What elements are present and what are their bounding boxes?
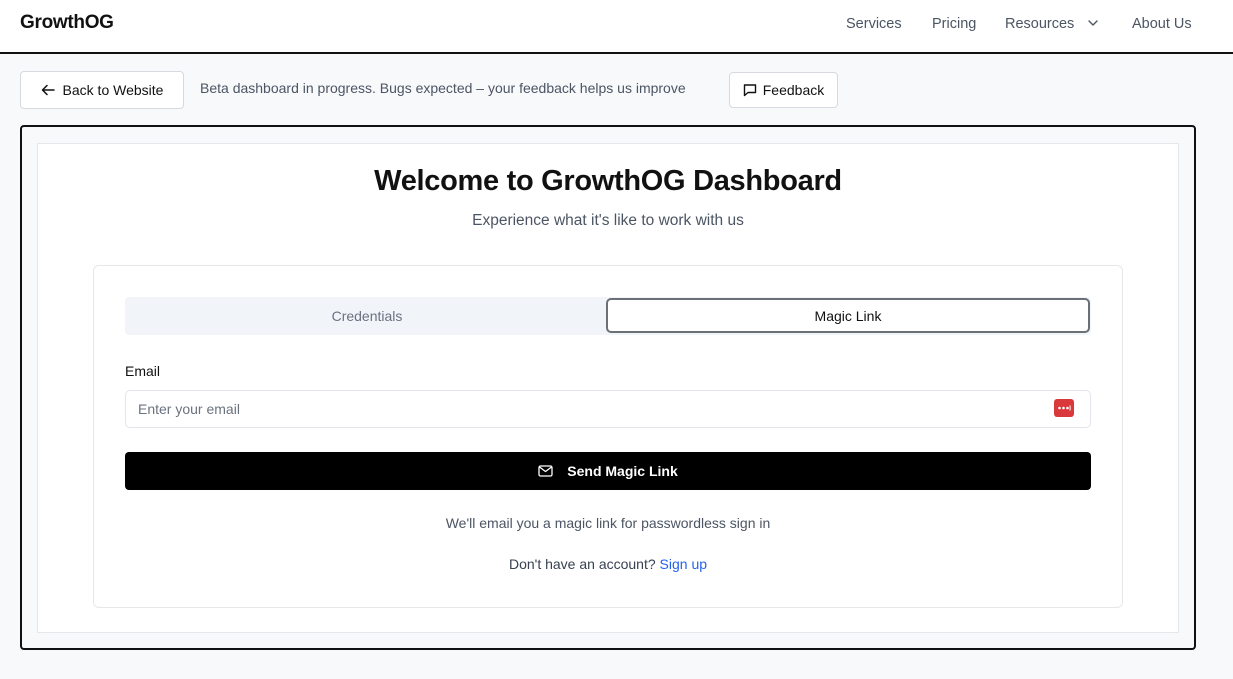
signup-link[interactable]: Sign up — [660, 556, 707, 572]
arrow-left-icon — [41, 84, 55, 96]
send-magic-link-label: Send Magic Link — [567, 463, 678, 479]
tab-credentials[interactable]: Credentials — [125, 297, 609, 335]
page-title: Welcome to GrowthOG Dashboard — [374, 165, 842, 197]
message-square-icon — [743, 84, 756, 97]
signup-prompt: Don't have an account? Sign up — [0, 556, 1216, 572]
login-method-tabs: Credentials Magic Link — [125, 297, 1091, 335]
back-to-website-label: Back to Website — [62, 82, 164, 98]
feedback-label: Feedback — [762, 82, 825, 98]
top-navbar: GrowthOG Services Pricing Resources Abou… — [0, 0, 1233, 54]
nav-resources[interactable]: Resources — [1005, 16, 1099, 32]
back-to-website-button[interactable]: Back to Website — [20, 71, 184, 109]
nav-services[interactable]: Services — [846, 16, 902, 32]
nav-resources-label: Resources — [1005, 16, 1075, 32]
nav-about[interactable]: About Us — [1132, 16, 1192, 32]
signup-prompt-text: Don't have an account? — [508, 556, 656, 572]
send-magic-link-button[interactable]: Send Magic Link — [125, 452, 1091, 490]
chevron-down-icon — [1088, 19, 1099, 26]
email-label: Email — [125, 363, 161, 379]
magic-link-hint: We'll email you a magic link for passwor… — [445, 515, 771, 531]
page-subtitle: Experience what it's like to work with u… — [472, 212, 744, 229]
beta-notice: Beta dashboard in progress. Bugs expecte… — [200, 80, 686, 96]
mail-icon — [538, 465, 553, 477]
email-field[interactable] — [125, 390, 1091, 428]
password-dots-icon — [1058, 405, 1071, 411]
main-nav: Services Pricing Resources About Us — [0, 16, 1233, 36]
password-manager-icon[interactable] — [1054, 399, 1074, 417]
nav-pricing[interactable]: Pricing — [932, 16, 976, 32]
tab-magic-link[interactable]: Magic Link — [606, 298, 1090, 333]
feedback-button[interactable]: Feedback — [729, 72, 838, 108]
